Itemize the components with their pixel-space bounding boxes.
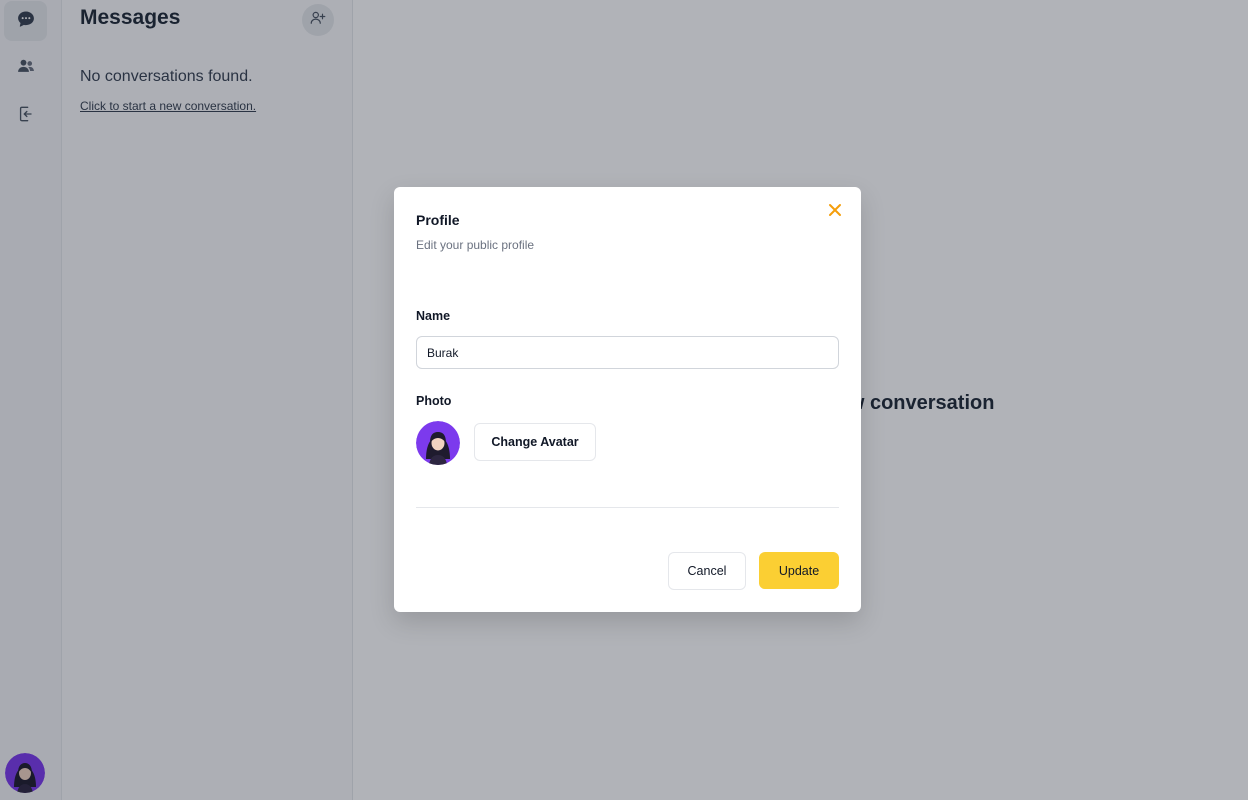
profile-dialog: Profile Edit your public profile Name Ph…: [394, 187, 861, 612]
dialog-subtitle: Edit your public profile: [416, 238, 535, 252]
name-input[interactable]: [416, 336, 839, 369]
profile-avatar: [416, 421, 460, 465]
divider: [416, 507, 839, 508]
close-button[interactable]: [827, 203, 843, 222]
photo-label: Photo: [416, 394, 452, 408]
dialog-title: Profile: [416, 212, 460, 228]
change-avatar-button[interactable]: Change Avatar: [474, 423, 596, 461]
cancel-button[interactable]: Cancel: [668, 552, 746, 590]
name-label: Name: [416, 309, 451, 323]
update-button[interactable]: Update: [759, 552, 839, 589]
close-icon: [828, 203, 842, 222]
